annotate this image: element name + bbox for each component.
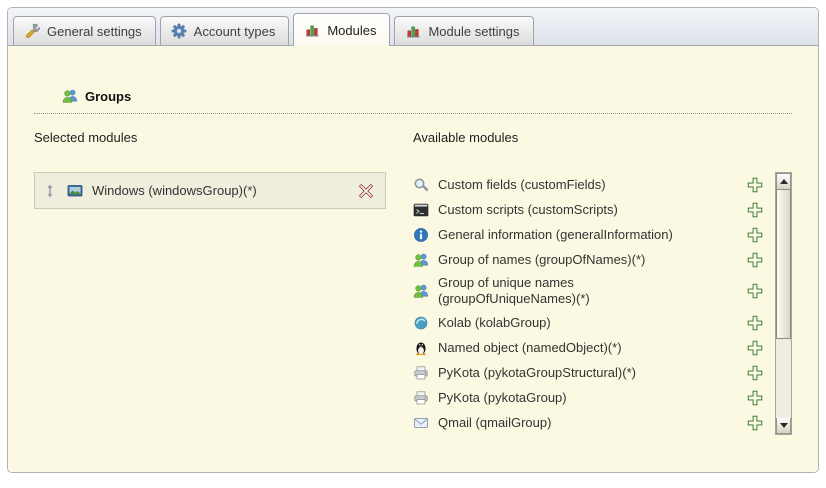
add-module-button[interactable] bbox=[747, 340, 763, 356]
selected-modules-heading: Selected modules bbox=[34, 130, 386, 145]
module-label: Qmail (qmailGroup) bbox=[438, 415, 551, 431]
tab-label: Module settings bbox=[428, 24, 519, 39]
selected-modules-list: Windows (windowsGroup)(*) bbox=[34, 172, 386, 209]
tab-module-settings[interactable]: Module settings bbox=[394, 16, 533, 45]
plus-icon bbox=[747, 227, 763, 243]
group-icon bbox=[62, 88, 78, 104]
mail-icon bbox=[413, 415, 429, 431]
modules-panel: Groups Selected modules Windows (windows… bbox=[8, 45, 818, 472]
chart-icon bbox=[304, 22, 320, 38]
scrollbar-track[interactable] bbox=[776, 189, 791, 418]
plus-icon bbox=[747, 202, 763, 218]
module-label: PyKota (pykotaGroupStructural)(*) bbox=[438, 365, 636, 381]
terminal-icon bbox=[413, 202, 429, 218]
plus-icon bbox=[747, 390, 763, 406]
printer-icon bbox=[413, 365, 429, 381]
available-module-row: PyKota (pykotaGroup) bbox=[413, 385, 773, 410]
module-label: Named object (namedObject)(*) bbox=[438, 340, 622, 356]
tux-icon bbox=[413, 340, 429, 356]
add-module-button[interactable] bbox=[747, 227, 763, 243]
module-label: Custom scripts (customScripts) bbox=[438, 202, 618, 218]
printer-icon bbox=[413, 390, 429, 406]
module-label: Group of unique names (groupOfUniqueName… bbox=[438, 275, 613, 307]
scroll-up-button[interactable] bbox=[776, 173, 791, 189]
remove-module-button[interactable] bbox=[358, 183, 374, 199]
kolab-icon bbox=[413, 315, 429, 331]
module-label: Windows (windowsGroup)(*) bbox=[92, 183, 257, 199]
scrollbar-thumb[interactable] bbox=[776, 189, 791, 339]
modules-columns: Selected modules Windows (windowsGroup)(… bbox=[34, 130, 792, 435]
available-module-row: Named object (namedObject)(*) bbox=[413, 335, 773, 360]
tab-label: Modules bbox=[327, 23, 376, 38]
available-module-row: Custom scripts (customScripts) bbox=[413, 197, 773, 222]
scroll-down-icon bbox=[780, 423, 788, 428]
scroll-up-icon bbox=[780, 179, 788, 184]
available-modules-list: Custom fields (customFields) Custom scri… bbox=[413, 172, 773, 435]
plus-icon bbox=[747, 177, 763, 193]
tab-account-types[interactable]: Account types bbox=[160, 16, 290, 45]
add-module-button[interactable] bbox=[747, 315, 763, 331]
section-heading: Groups bbox=[34, 88, 792, 114]
wrench-icon bbox=[24, 23, 40, 39]
section-title: Groups bbox=[85, 89, 131, 104]
plus-icon bbox=[747, 340, 763, 356]
plus-icon bbox=[747, 252, 763, 268]
scrollbar[interactable] bbox=[775, 172, 792, 435]
magnifier-icon bbox=[413, 177, 429, 193]
gear-icon bbox=[171, 23, 187, 39]
drag-handle-icon[interactable] bbox=[42, 183, 58, 199]
tab-general-settings[interactable]: General settings bbox=[13, 16, 156, 45]
available-modules-column: Available modules Custom fields (customF… bbox=[413, 130, 792, 435]
info-icon bbox=[413, 227, 429, 243]
add-module-button[interactable] bbox=[747, 177, 763, 193]
selected-module-row[interactable]: Windows (windowsGroup)(*) bbox=[34, 172, 386, 209]
tab-label: Account types bbox=[194, 24, 276, 39]
scroll-down-button[interactable] bbox=[776, 418, 791, 434]
tab-bar: General settings Account types Modules M… bbox=[8, 8, 818, 45]
available-module-row: Qmail (qmailGroup) bbox=[413, 410, 773, 435]
available-module-row: PyKota (pykotaGroupStructural)(*) bbox=[413, 360, 773, 385]
windows-module-icon bbox=[67, 183, 83, 199]
tab-modules[interactable]: Modules bbox=[293, 13, 390, 46]
plus-icon bbox=[747, 365, 763, 381]
add-module-button[interactable] bbox=[747, 283, 763, 299]
chart-icon bbox=[405, 23, 421, 39]
module-label: Custom fields (customFields) bbox=[438, 177, 606, 193]
available-modules-body: Custom fields (customFields) Custom scri… bbox=[413, 172, 792, 435]
add-module-button[interactable] bbox=[747, 390, 763, 406]
module-label: Kolab (kolabGroup) bbox=[438, 315, 551, 331]
tab-label: General settings bbox=[47, 24, 142, 39]
available-module-row: Group of unique names (groupOfUniqueName… bbox=[413, 272, 773, 310]
available-module-row: Group of names (groupOfNames)(*) bbox=[413, 247, 773, 272]
available-module-row: General information (generalInformation) bbox=[413, 222, 773, 247]
available-module-row: Custom fields (customFields) bbox=[413, 172, 773, 197]
plus-icon bbox=[747, 415, 763, 431]
lam-config-widget: General settings Account types Modules M… bbox=[7, 7, 819, 473]
add-module-button[interactable] bbox=[747, 252, 763, 268]
add-module-button[interactable] bbox=[747, 415, 763, 431]
available-modules-heading: Available modules bbox=[413, 130, 792, 145]
module-label: PyKota (pykotaGroup) bbox=[438, 390, 567, 406]
selected-modules-column: Selected modules Windows (windowsGroup)(… bbox=[34, 130, 386, 435]
plus-icon bbox=[747, 315, 763, 331]
group-icon bbox=[413, 252, 429, 268]
remove-icon bbox=[358, 183, 374, 199]
module-label: General information (generalInformation) bbox=[438, 227, 673, 243]
plus-icon bbox=[747, 283, 763, 299]
module-label: Group of names (groupOfNames)(*) bbox=[438, 252, 645, 268]
group-icon bbox=[413, 283, 429, 299]
available-module-row: Kolab (kolabGroup) bbox=[413, 310, 773, 335]
add-module-button[interactable] bbox=[747, 365, 763, 381]
add-module-button[interactable] bbox=[747, 202, 763, 218]
